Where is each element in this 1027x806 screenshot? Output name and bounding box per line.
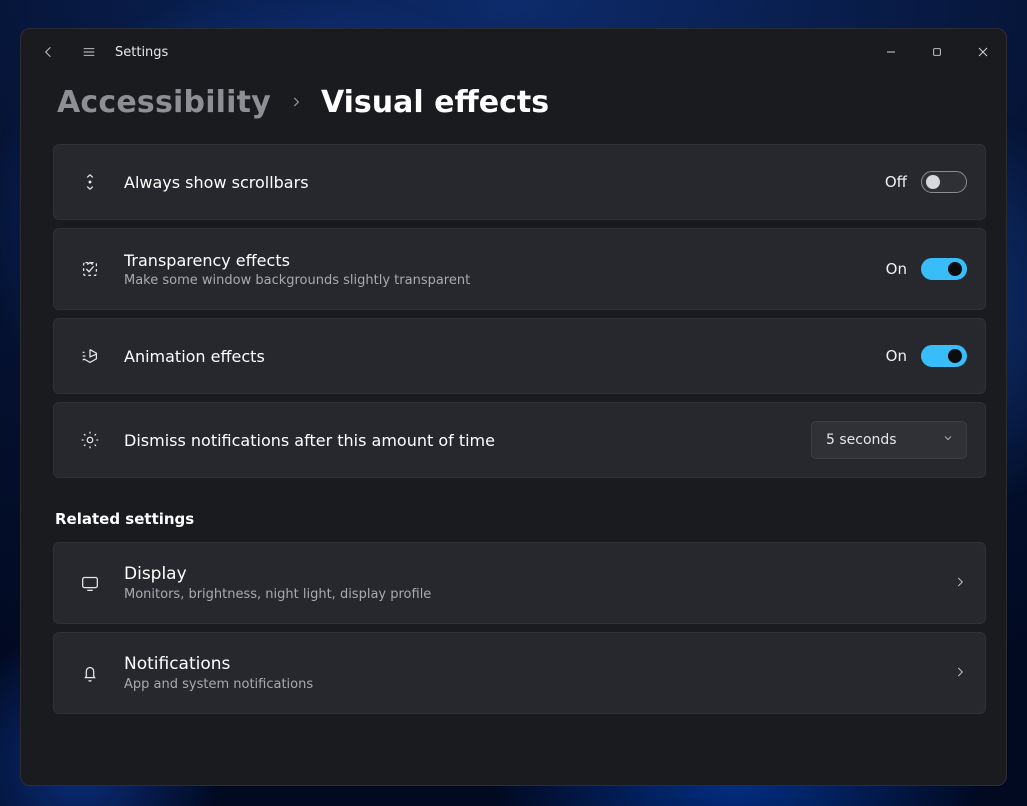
toggle-state-label: On xyxy=(886,260,907,278)
page-title: Visual effects xyxy=(321,85,549,120)
setting-label: Dismiss notifications after this amount … xyxy=(124,431,811,450)
related-display[interactable]: Display Monitors, brightness, night ligh… xyxy=(53,542,986,624)
close-button[interactable] xyxy=(960,32,1006,72)
animation-icon xyxy=(72,345,108,367)
toggle-state-label: On xyxy=(886,347,907,365)
settings-window: Settings Accessibility Visual effects xyxy=(20,28,1007,786)
scrollbars-icon xyxy=(72,171,108,193)
link-subtitle: Monitors, brightness, night light, displ… xyxy=(124,587,941,602)
titlebar: Settings xyxy=(21,29,1006,75)
breadcrumb-parent[interactable]: Accessibility xyxy=(57,85,271,120)
scrollbars-toggle[interactable] xyxy=(921,171,967,193)
animation-toggle[interactable] xyxy=(921,345,967,367)
setting-animation: Animation effects On xyxy=(53,318,986,394)
setting-dismiss-notifications: Dismiss notifications after this amount … xyxy=(53,402,986,478)
toggle-state-label: Off xyxy=(885,173,907,191)
link-title: Notifications xyxy=(124,654,941,674)
dismiss-duration-select[interactable]: 5 seconds xyxy=(811,421,967,459)
back-button[interactable] xyxy=(29,32,69,72)
chevron-right-icon xyxy=(953,664,967,683)
maximize-button[interactable] xyxy=(914,32,960,72)
setting-transparency: Transparency effects Make some window ba… xyxy=(53,228,986,310)
brightness-icon xyxy=(72,429,108,451)
setting-label: Animation effects xyxy=(124,347,886,366)
chevron-right-icon xyxy=(953,574,967,593)
related-settings-heading: Related settings xyxy=(55,510,986,528)
setting-label: Transparency effects xyxy=(124,251,886,270)
bell-icon xyxy=(72,662,108,684)
content-area: Always show scrollbars Off Transparency … xyxy=(21,144,1006,742)
menu-button[interactable] xyxy=(69,32,109,72)
link-title: Display xyxy=(124,564,941,584)
setting-label: Always show scrollbars xyxy=(124,173,885,192)
select-value: 5 seconds xyxy=(826,432,897,448)
breadcrumb: Accessibility Visual effects xyxy=(21,75,1006,144)
link-subtitle: App and system notifications xyxy=(124,677,941,692)
app-title: Settings xyxy=(115,45,168,60)
setting-subtitle: Make some window backgrounds slightly tr… xyxy=(124,273,886,288)
related-notifications[interactable]: Notifications App and system notificatio… xyxy=(53,632,986,714)
display-icon xyxy=(72,572,108,594)
chevron-right-icon xyxy=(289,90,303,114)
window-controls xyxy=(868,32,1006,72)
chevron-down-icon xyxy=(942,432,954,448)
setting-scrollbars: Always show scrollbars Off xyxy=(53,144,986,220)
transparency-toggle[interactable] xyxy=(921,258,967,280)
minimize-button[interactable] xyxy=(868,32,914,72)
transparency-icon xyxy=(72,258,108,280)
